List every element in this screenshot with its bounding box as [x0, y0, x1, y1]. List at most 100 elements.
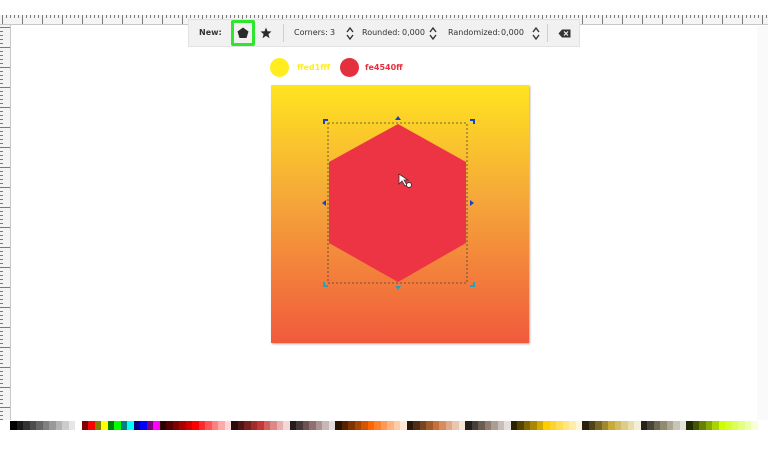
ruler-tick	[0, 407, 10, 408]
ruler-tick	[398, 15, 399, 18]
ruler-tick	[74, 15, 75, 18]
backspace-icon	[558, 29, 570, 37]
ruler-tick	[754, 15, 755, 18]
ruler-tick	[286, 15, 287, 18]
ruler-tick	[0, 179, 3, 180]
ruler-tick	[0, 291, 3, 292]
ruler-tick	[0, 47, 10, 48]
status-bar	[0, 430, 768, 457]
ruler-tick	[0, 375, 3, 376]
ruler-tick	[0, 251, 3, 252]
ruler-tick	[318, 15, 319, 18]
ruler-tick	[0, 295, 3, 296]
ruler-tick	[258, 15, 259, 18]
ruler-tick	[510, 15, 511, 18]
ruler-tick	[38, 15, 39, 18]
new-label: New:	[199, 28, 222, 37]
ruler-tick	[458, 15, 459, 18]
randomized-spinner-icon[interactable]	[532, 26, 540, 41]
ruler-tick	[466, 15, 467, 18]
ruler-tick	[158, 15, 159, 18]
ruler-tick	[0, 243, 3, 244]
ruler-tick	[486, 15, 487, 18]
ruler-tick	[246, 15, 247, 18]
ruler-tick	[0, 191, 3, 192]
ruler-tick	[0, 195, 3, 196]
ruler-tick	[638, 15, 639, 18]
ruler-tick	[630, 15, 631, 18]
ruler-tick	[710, 15, 711, 18]
ruler-tick	[78, 15, 79, 18]
ruler-tick	[506, 15, 507, 18]
ruler-tick	[0, 387, 10, 388]
rounded-spinner-icon[interactable]	[429, 26, 437, 41]
rounded-label: Rounded:	[362, 28, 401, 37]
reset-button[interactable]	[554, 23, 574, 43]
ruler-tick	[330, 15, 331, 18]
ruler-tick	[746, 15, 747, 18]
ruler-tick	[738, 15, 739, 18]
ruler-tick	[0, 403, 3, 404]
ruler-tick	[678, 15, 679, 18]
ruler-tick	[0, 395, 3, 396]
ruler-tick	[474, 15, 475, 18]
ruler-tick	[0, 339, 3, 340]
rotation-center-icon[interactable]	[406, 182, 412, 188]
ruler-tick	[702, 15, 703, 24]
ruler-tick	[134, 15, 135, 18]
color-palette[interactable]	[10, 421, 758, 430]
palette-swatch[interactable]	[751, 421, 758, 430]
ruler-tick	[266, 15, 267, 18]
ruler-tick	[0, 331, 3, 332]
ruler-tick	[0, 287, 10, 288]
ruler-tick	[274, 15, 275, 18]
ruler-tick	[0, 111, 3, 112]
ruler-tick	[370, 15, 371, 18]
ruler-tick	[94, 15, 95, 18]
ruler-tick	[310, 15, 311, 18]
ruler-tick	[662, 15, 663, 24]
ruler-tick	[238, 15, 239, 18]
ruler-tick	[294, 15, 295, 18]
randomized-value[interactable]: 0,000	[501, 28, 524, 37]
polygon-mode-button[interactable]	[231, 20, 255, 46]
ruler-tick	[0, 227, 10, 228]
ruler-tick	[0, 35, 3, 36]
ruler-tick	[534, 15, 535, 18]
ruler-tick	[706, 15, 707, 18]
ruler-tick	[730, 15, 731, 18]
ruler-tick	[650, 15, 651, 18]
ruler-tick	[0, 263, 3, 264]
ruler-tick	[0, 411, 3, 412]
polygon-tool-controls: New: Corners: 3 Rounded: 0,000 Randomize…	[188, 19, 580, 47]
hexagon-shape[interactable]	[329, 124, 466, 282]
corners-spinner-icon[interactable]	[346, 26, 354, 41]
ruler-tick	[514, 15, 515, 18]
ruler-tick	[658, 15, 659, 18]
rounded-value[interactable]: 0,000	[402, 28, 425, 37]
ruler-tick	[114, 15, 115, 18]
vertical-scrollbar[interactable]	[757, 26, 768, 420]
ruler-tick	[0, 99, 3, 100]
vertical-ruler[interactable]	[0, 25, 11, 420]
ruler-tick	[686, 15, 687, 18]
ruler-tick	[374, 15, 375, 18]
hexagon-selection[interactable]	[318, 115, 480, 293]
ruler-tick	[0, 167, 10, 168]
ruler-tick	[694, 15, 695, 18]
ruler-tick	[0, 363, 3, 364]
ruler-tick	[0, 307, 10, 308]
ruler-tick	[0, 135, 3, 136]
swatch-red	[340, 58, 359, 77]
ruler-tick	[390, 15, 391, 18]
ruler-tick	[226, 15, 227, 18]
ruler-tick	[46, 15, 47, 18]
star-mode-button[interactable]	[256, 23, 276, 43]
ruler-tick	[146, 15, 147, 18]
corners-value[interactable]: 3	[330, 28, 335, 37]
ruler-tick	[0, 259, 3, 260]
ruler-tick	[666, 15, 667, 18]
ruler-tick	[234, 15, 235, 18]
polygon-icon	[237, 27, 249, 38]
toolbar-separator	[283, 24, 284, 42]
